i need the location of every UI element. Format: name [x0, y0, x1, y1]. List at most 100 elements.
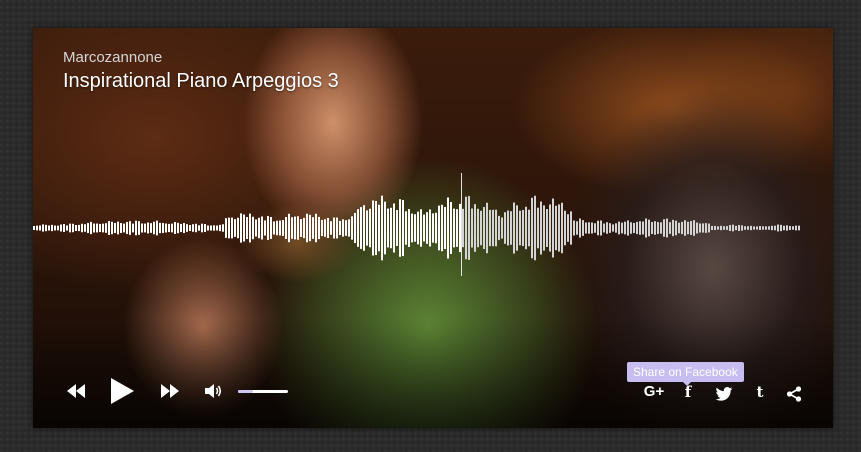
waveform-bar: [375, 200, 377, 256]
waveform-bar: [699, 223, 701, 233]
waveform-bar: [303, 217, 305, 239]
waveform-bar: [666, 218, 668, 238]
waveform-bar: [36, 225, 38, 231]
waveform-bar: [441, 204, 443, 252]
waveform-bar: [660, 222, 662, 234]
waveform[interactable]: [33, 188, 803, 268]
waveform-bar: [663, 219, 665, 237]
waveform-bar: [669, 222, 671, 234]
waveform-bar: [390, 207, 392, 249]
waveform-bar: [372, 200, 374, 256]
waveform-bar: [564, 210, 566, 246]
waveform-bar: [360, 207, 362, 249]
waveform-bar: [795, 225, 797, 231]
play-button[interactable]: [107, 376, 137, 406]
waveform-bar: [405, 211, 407, 245]
waveform-bar: [501, 217, 503, 239]
waveform-bar: [60, 224, 62, 232]
waveform-bar: [240, 213, 242, 243]
waveform-bar: [750, 225, 752, 231]
waveform-bar: [330, 221, 332, 235]
waveform-bar: [273, 221, 275, 235]
waveform-bar: [339, 220, 341, 236]
waveform-bar: [477, 208, 479, 248]
waveform-bar: [219, 224, 221, 232]
waveform-bar: [690, 221, 692, 235]
waveform-bar: [366, 210, 368, 246]
waveform-bar: [39, 225, 41, 231]
waveform-bar: [147, 222, 149, 234]
waveform-bar: [351, 216, 353, 240]
waveform-bar: [735, 225, 737, 231]
waveform-bar: [609, 223, 611, 233]
waveform-bar: [384, 201, 386, 255]
volume-slider[interactable]: [238, 390, 288, 393]
waveform-bar: [498, 215, 500, 241]
waveform-bar: [612, 224, 614, 232]
waveform-bar: [453, 208, 455, 248]
waveform-bar: [138, 221, 140, 235]
waveform-bar: [672, 219, 674, 237]
waveform-bar: [387, 208, 389, 248]
waveform-bar: [549, 204, 551, 252]
waveform-bar: [246, 217, 248, 239]
waveform-bar: [201, 223, 203, 233]
waveform-bar: [45, 224, 47, 232]
waveform-bar: [369, 208, 371, 248]
waveform-bar: [210, 225, 212, 231]
waveform-bar: [510, 211, 512, 245]
waveform-bar: [87, 222, 89, 234]
waveform-bar: [225, 218, 227, 238]
waveform-bar: [186, 224, 188, 232]
fast-forward-button[interactable]: [157, 380, 183, 402]
waveform-bar: [114, 222, 116, 234]
google-plus-button[interactable]: G+: [641, 383, 667, 400]
waveform-bar: [546, 208, 548, 248]
waveform-bar: [429, 209, 431, 247]
waveform-bar: [84, 224, 86, 232]
waveform-bar: [300, 219, 302, 237]
waveform-bar: [312, 217, 314, 239]
waveform-bar: [570, 211, 572, 245]
waveform-bar: [489, 209, 491, 247]
waveform-bar: [420, 209, 422, 247]
waveform-bar: [156, 220, 158, 236]
waveform-bar: [336, 217, 338, 239]
waveform-bar: [741, 225, 743, 231]
waveform-bar: [171, 223, 173, 233]
artist-name: Marcozannone: [63, 49, 163, 66]
waveform-bar: [606, 222, 608, 234]
waveform-bar: [762, 226, 764, 230]
waveform-bar: [465, 196, 467, 260]
waveform-bar: [552, 198, 554, 258]
waveform-bar: [426, 212, 428, 244]
waveform-bar: [774, 225, 776, 231]
twitter-button[interactable]: [713, 385, 735, 403]
waveform-bar: [51, 224, 53, 232]
twitter-icon: [715, 387, 733, 401]
waveform-bar: [363, 205, 365, 251]
waveform-bar: [687, 221, 689, 235]
waveform-bar: [129, 221, 131, 235]
tumblr-button[interactable]: t: [753, 383, 767, 401]
waveform-bar: [195, 223, 197, 233]
waveform-bar: [516, 205, 518, 251]
waveform-bar: [777, 224, 779, 232]
waveform-bar: [615, 223, 617, 233]
waveform-bar: [495, 209, 497, 247]
share-button[interactable]: [784, 385, 804, 403]
waveform-bar: [684, 220, 686, 236]
volume-button[interactable]: [204, 383, 224, 399]
waveform-bar: [252, 216, 254, 240]
waveform-bar: [261, 216, 263, 240]
waveform-bar: [621, 222, 623, 234]
waveform-bar: [447, 197, 449, 259]
waveform-bar: [168, 223, 170, 233]
waveform-bar: [279, 220, 281, 236]
rewind-button[interactable]: [63, 380, 89, 402]
waveform-bar: [417, 211, 419, 245]
waveform-bar: [786, 225, 788, 231]
waveform-bar: [291, 217, 293, 239]
waveform-bar: [711, 225, 713, 231]
waveform-bar: [480, 210, 482, 246]
